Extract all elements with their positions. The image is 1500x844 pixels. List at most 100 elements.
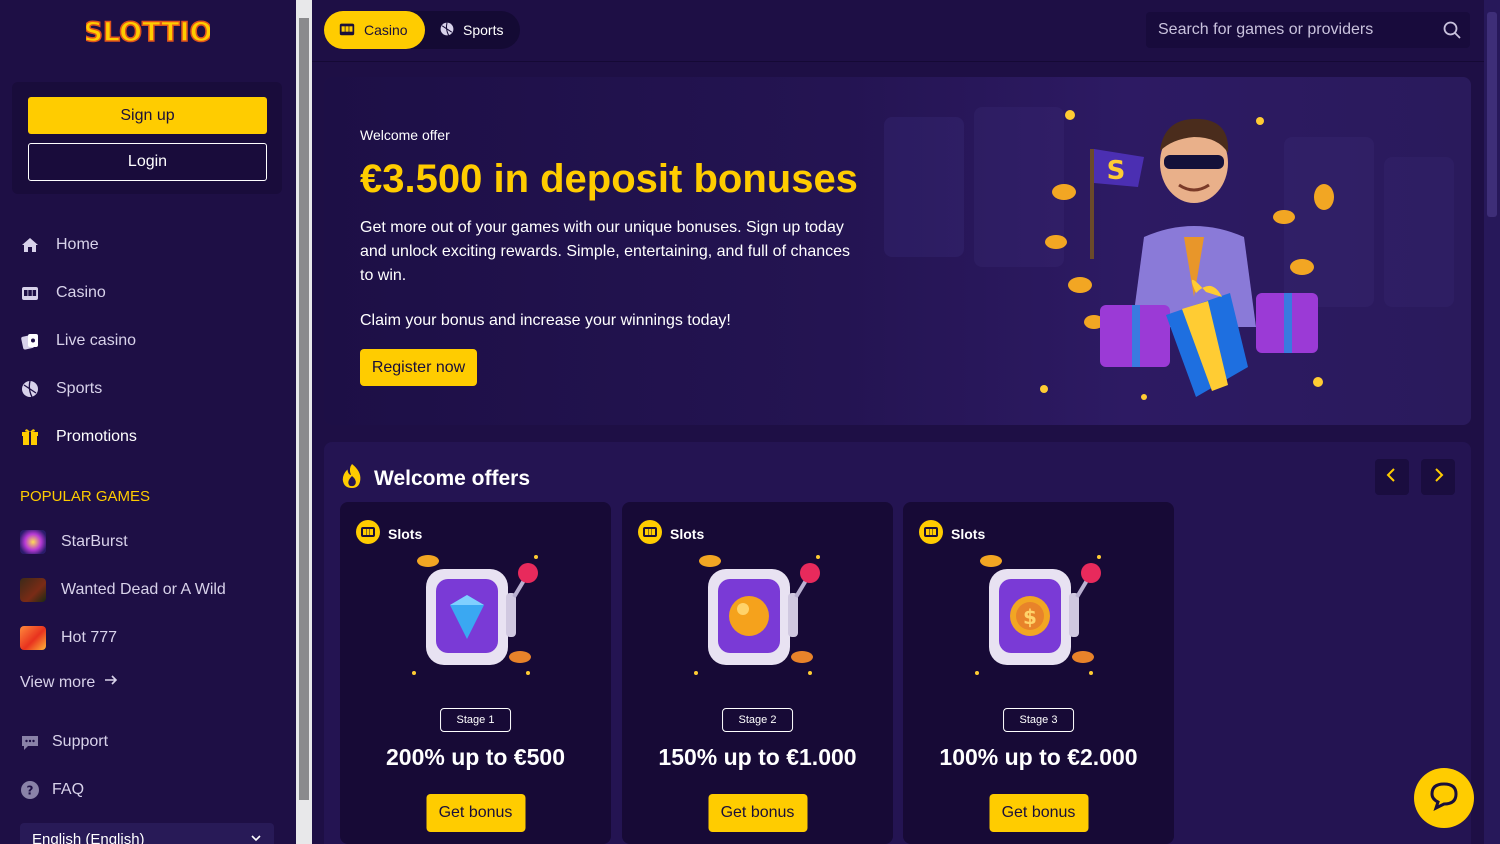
svg-text:S: S (1107, 156, 1126, 186)
carousel-next-button[interactable] (1421, 459, 1455, 495)
hero-text: Welcome offer €3.500 in deposit bonuses … (360, 127, 860, 330)
page-scrollbar[interactable] (1484, 0, 1500, 844)
arrow-right-icon (103, 672, 119, 693)
stage-badge: Stage 1 (439, 708, 512, 732)
game-name: StarBurst (61, 533, 128, 550)
game-item-wanted-dead-or-a-wild[interactable]: Wanted Dead or A Wild (20, 577, 226, 603)
chevron-right-icon (1430, 467, 1446, 488)
sidebar-item-live-casino[interactable]: Live casino (20, 329, 136, 353)
sidebar-item-label: Sports (56, 380, 103, 397)
tab-sports[interactable]: Sports (425, 11, 517, 49)
view-more-link[interactable]: View more (20, 672, 119, 693)
hero-description: Get more out of your games with our uniq… (360, 219, 851, 284)
section-title: Welcome offers (374, 467, 530, 490)
offer-card-stage-2[interactable]: Slots Stage 2 150% up to €1.000 Get bonu… (622, 502, 893, 844)
sidebar-scrollbar[interactable] (296, 0, 312, 844)
language-value: English (English) (32, 831, 145, 844)
gift-icon (20, 427, 40, 447)
register-now-button[interactable]: Register now (360, 349, 477, 386)
slot-machine-icon (919, 520, 943, 547)
sign-up-button[interactable]: Sign up (28, 97, 267, 134)
get-bonus-button[interactable]: Get bonus (989, 794, 1088, 832)
welcome-offer-banner: Welcome offer €3.500 in deposit bonuses … (324, 77, 1471, 425)
svg-text:SLOTTIO: SLOTTIO (86, 17, 210, 48)
category-tag: Slots (919, 520, 985, 547)
tab-label: Sports (463, 22, 504, 38)
view-more-label: View more (20, 673, 96, 691)
sidebar-item-home[interactable]: Home (20, 233, 99, 257)
category-label: Slots (951, 525, 986, 542)
slot-machine-icon (356, 520, 380, 547)
search-input[interactable]: Search for games or providers (1146, 12, 1470, 48)
popular-games-heading: POPULAR GAMES (20, 488, 151, 505)
get-bonus-button[interactable]: Get bonus (426, 794, 525, 832)
hot-777-thumbnail (20, 626, 46, 650)
sidebar: SLOTTIO Sign up Login Home Casino Live c… (0, 0, 296, 844)
scrollbar-thumb[interactable] (299, 18, 309, 800)
mascot-illustration: S (1034, 97, 1354, 417)
svg-text:$: $ (1023, 605, 1037, 629)
slot-machine-coin-illustration: $ (971, 547, 1111, 687)
live-chat-button[interactable] (1414, 768, 1474, 828)
offer-card-stage-3[interactable]: Slots $ Stage 3 100% up to €2.000 Get bo… (903, 502, 1174, 844)
stage-badge: Stage 2 (721, 708, 794, 732)
offer-card-stage-1[interactable]: Slots Stage 1 200% up to €500 Get bonus (340, 502, 611, 844)
welcome-offers-heading: Welcome offers (340, 462, 530, 496)
category-tag: Slots (356, 520, 422, 547)
bonus-amount: 150% up to €1.000 (658, 744, 857, 770)
auth-panel: Sign up Login (12, 82, 282, 194)
top-bar: Casino Sports Search for games or provid… (312, 0, 1484, 62)
sidebar-item-promotions[interactable]: Promotions (20, 425, 137, 449)
chevron-left-icon (1384, 467, 1400, 488)
hero-claim: Claim your bonus and increase your winni… (360, 312, 731, 329)
slottio-logo[interactable]: SLOTTIO (83, 10, 214, 52)
home-icon (20, 235, 40, 255)
chat-icon (1428, 780, 1460, 817)
sidebar-item-label: Casino (56, 284, 106, 301)
category-label: Slots (670, 525, 705, 542)
game-item-starburst[interactable]: StarBurst (20, 529, 128, 555)
ball-icon (20, 379, 40, 399)
starburst-thumbnail (20, 530, 46, 554)
bonus-amount: 100% up to €2.000 (939, 744, 1138, 770)
game-item-hot-777[interactable]: Hot 777 (20, 625, 117, 651)
sidebar-item-label: FAQ (52, 781, 85, 798)
section-tabs: Casino Sports (324, 11, 520, 49)
search-icon[interactable] (1442, 20, 1462, 40)
sidebar-item-support[interactable]: Support (20, 730, 108, 754)
cards-icon (20, 331, 40, 351)
ball-icon (439, 21, 455, 40)
slot-machine-diamond-illustration (408, 547, 548, 687)
chat-bubble-icon (20, 732, 40, 752)
chevron-down-icon (250, 831, 262, 844)
get-bonus-button[interactable]: Get bonus (708, 794, 807, 832)
slot-machine-icon (338, 20, 356, 41)
sidebar-item-label: Promotions (56, 428, 137, 445)
sidebar-item-label: Live casino (56, 332, 137, 349)
flame-icon (340, 462, 364, 496)
language-select[interactable]: English (English) (20, 823, 274, 844)
tab-casino[interactable]: Casino (324, 11, 425, 49)
welcome-offers-section: Welcome offers Slots Stage 1 200% up to … (324, 442, 1471, 844)
sidebar-item-label: Support (52, 733, 109, 750)
sidebar-item-label: Home (56, 236, 99, 253)
scrollbar-thumb[interactable] (1487, 12, 1497, 217)
search-placeholder: Search for games or providers (1158, 21, 1374, 38)
sidebar-item-casino[interactable]: Casino (20, 281, 106, 305)
sidebar-item-sports[interactable]: Sports (20, 377, 102, 401)
slot-machine-icon (638, 520, 662, 547)
slot-machine-icon (20, 283, 40, 303)
carousel-prev-button[interactable] (1375, 459, 1409, 495)
hero-title: €3.500 in deposit bonuses (360, 157, 858, 201)
category-label: Slots (388, 525, 423, 542)
stage-badge: Stage 3 (1002, 708, 1075, 732)
slot-machine-orange-illustration (690, 547, 830, 687)
wanted-dead-or-a-wild-thumbnail (20, 578, 46, 602)
question-icon: ? (20, 780, 40, 800)
tab-label: Casino (364, 22, 408, 38)
sidebar-item-faq[interactable]: ? FAQ (20, 778, 84, 802)
game-name: Wanted Dead or A Wild (61, 581, 226, 598)
login-button[interactable]: Login (28, 143, 267, 181)
category-tag: Slots (638, 520, 704, 547)
bonus-amount: 200% up to €500 (386, 744, 565, 770)
